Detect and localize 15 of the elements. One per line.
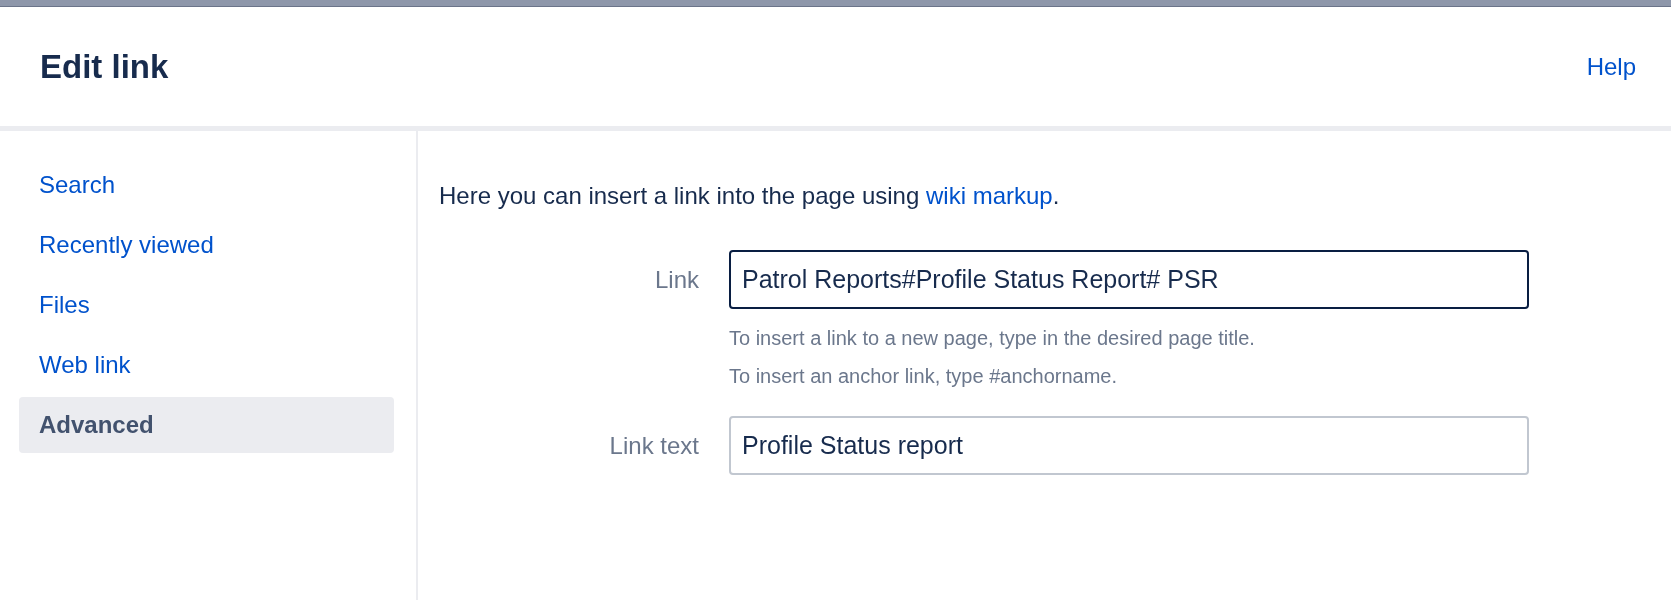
- field-label: Link text: [608, 431, 699, 460]
- hint-text: To insert a link to a new page, type in the desired page title.: [729, 326, 1256, 351]
- sidebar-item[interactable]: Web link: [19, 337, 394, 393]
- text-input-field[interactable]: Patrol Reports#Profile Status Report# PSR: [729, 250, 1529, 309]
- wiki-markup-link[interactable]: wiki markup: [925, 182, 1053, 209]
- text-input-field[interactable]: Profile Status report: [729, 416, 1529, 475]
- intro-text: Here you can insert a link into the page using wiki markup.: [439, 182, 1061, 210]
- dialog-title: Edit link: [40, 47, 169, 86]
- sidebar-item[interactable]: Files: [19, 277, 394, 333]
- help-link[interactable]: Help: [1586, 52, 1636, 81]
- sidebar-item[interactable]: Recently viewed: [19, 217, 394, 273]
- hint-text: To insert an anchor link, type #anchorname.: [729, 364, 1118, 389]
- field-label: Link: [653, 265, 699, 294]
- sidebar-item[interactable]: Search: [19, 157, 394, 213]
- sidebar-item[interactable]: Advanced: [19, 397, 394, 453]
